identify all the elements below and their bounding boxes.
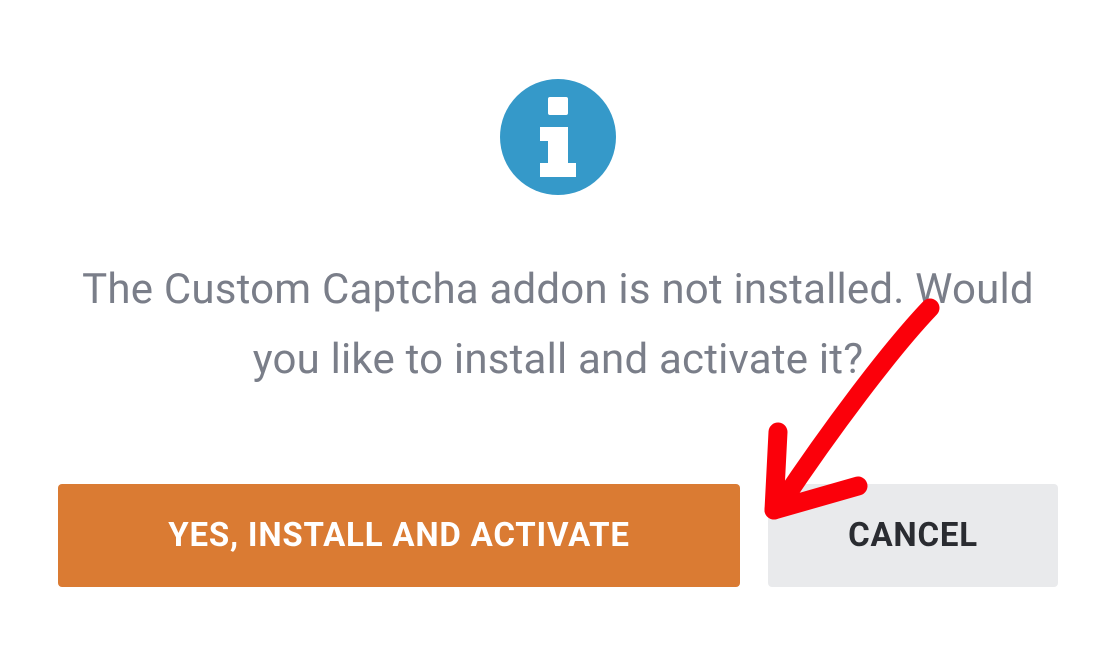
confirm-button[interactable]: YES, INSTALL AND ACTIVATE [58,484,740,587]
info-icon [500,79,616,195]
cancel-button[interactable]: CANCEL [768,484,1058,587]
confirmation-dialog: The Custom Captcha addon is not installe… [58,79,1058,587]
dialog-icon-wrapper [500,79,616,195]
dialog-message: The Custom Captcha addon is not installe… [58,255,1058,394]
dialog-button-row: YES, INSTALL AND ACTIVATE CANCEL [58,484,1058,587]
